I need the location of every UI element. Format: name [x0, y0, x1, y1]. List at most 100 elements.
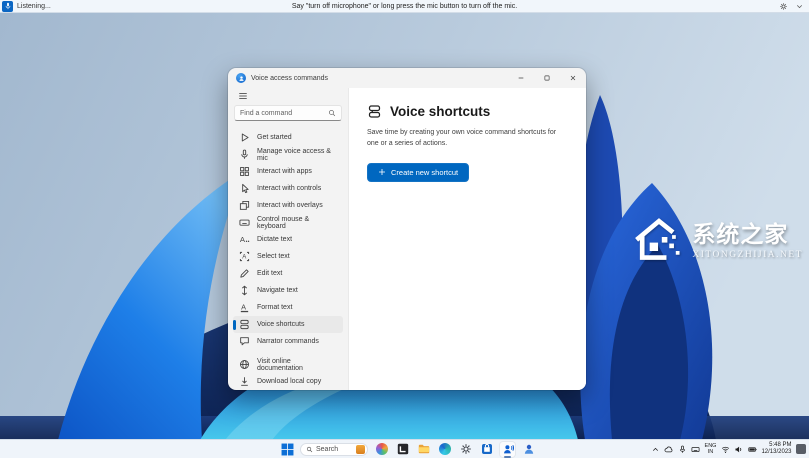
voice-shortcuts-icon: [367, 104, 382, 119]
taskbar-app-people[interactable]: [521, 442, 536, 457]
page-heading: Voice shortcuts: [367, 104, 568, 119]
hamburger-button[interactable]: [233, 90, 262, 102]
taskbar-app-photos[interactable]: [374, 442, 389, 457]
notification-icon[interactable]: [796, 444, 806, 454]
overlays-icon: [239, 200, 250, 211]
search-icon: [306, 446, 313, 453]
format-icon: A: [239, 302, 250, 313]
wifi-icon[interactable]: [721, 445, 730, 454]
sidebar-item-interact-with-apps[interactable]: Interact with apps: [233, 163, 343, 180]
language-indicator[interactable]: ENG IN: [705, 443, 717, 455]
chevron-down-icon[interactable]: [795, 2, 804, 11]
play-icon: [239, 132, 250, 143]
sidebar-item-interact-with-controls[interactable]: Interact with controls: [233, 180, 343, 197]
sidebar-nav: Get started Manage voice access & mic Inte…: [233, 129, 343, 390]
tray-date: 12/13/2023: [761, 449, 791, 456]
sidebar-item-label: Narrator commands: [257, 338, 319, 345]
sidebar-item-navigate-text[interactable]: Navigate text: [233, 282, 343, 299]
sidebar-item-label: Interact with overlays: [257, 202, 323, 209]
sidebar-item-control-mouse-keyboard[interactable]: Control mouse & keyboard: [233, 214, 343, 231]
sidebar-item-get-started[interactable]: Get started: [233, 129, 343, 146]
shortcuts-icon: [239, 319, 250, 330]
maximize-button[interactable]: [534, 68, 560, 88]
find-command-input[interactable]: Find a command: [234, 105, 342, 121]
voice-access-icon: [502, 443, 514, 455]
sidebar-item-select-text[interactable]: A Select text: [233, 248, 343, 265]
watermark-subtitle: XITONGZHIJIA.NET: [692, 250, 803, 260]
start-button[interactable]: [281, 443, 294, 456]
plus-icon: [378, 168, 386, 176]
download-icon: [239, 376, 250, 387]
voice-access-app-icon: [236, 73, 246, 83]
find-command-placeholder: Find a command: [240, 110, 328, 117]
watermark: 系统之家 XITONGZHIJIA.NET: [631, 209, 803, 265]
sidebar-item-download-local-copy[interactable]: Download local copy: [233, 373, 343, 390]
people-icon: [523, 443, 535, 455]
taskbar-app-dark-app[interactable]: [395, 442, 410, 457]
minimize-button[interactable]: [508, 68, 534, 88]
sidebar-item-visit-online-documentation[interactable]: Visit online documentation: [233, 356, 343, 373]
svg-text:A: A: [242, 255, 247, 261]
window-titlebar[interactable]: Voice access commands: [228, 68, 586, 88]
sidebar-item-edit-text[interactable]: Edit text: [233, 265, 343, 282]
settings-gear-icon: [460, 443, 472, 455]
create-new-shortcut-button[interactable]: Create new shortcut: [367, 163, 469, 182]
taskbar-search-box[interactable]: Search: [300, 443, 368, 456]
store-icon: [481, 443, 493, 455]
speaker-icon[interactable]: [734, 445, 743, 454]
clock[interactable]: 5:48 PM 12/13/2023: [761, 442, 791, 456]
watermark-house-icon: [631, 209, 687, 265]
page-title: Voice shortcuts: [390, 104, 490, 119]
mic-icon: [239, 149, 250, 160]
search-icon: [328, 109, 336, 117]
taskbar-app-file-explorer[interactable]: [416, 442, 431, 457]
dictate-icon: A: [239, 234, 250, 245]
taskbar-app-voice-access[interactable]: [500, 442, 515, 457]
file-explorer-icon: [418, 443, 430, 455]
sidebar-item-narrator-commands[interactable]: Narrator commands: [233, 333, 343, 350]
gear-icon[interactable]: [779, 2, 788, 11]
onedrive-cloud-icon[interactable]: [664, 445, 673, 454]
sidebar-item-label: Navigate text: [257, 287, 298, 294]
sidebar-item-dictate-text[interactable]: A Dictate text: [233, 231, 343, 248]
main-content: Voice shortcuts Save time by creating yo…: [348, 88, 586, 390]
sidebar-item-label: Interact with apps: [257, 168, 312, 175]
taskbar-app-edge[interactable]: [437, 442, 452, 457]
sidebar-item-label: Visit online documentation: [257, 358, 337, 372]
hamburger-icon: [238, 91, 248, 101]
sidebar-item-format-text[interactable]: A Format text: [233, 299, 343, 316]
taskbar-app-settings[interactable]: [458, 442, 473, 457]
tray-chevron-up-icon[interactable]: [651, 445, 660, 454]
sidebar-item-label: Dictate text: [257, 236, 292, 243]
sidebar-item-label: Voice shortcuts: [257, 321, 304, 328]
close-button[interactable]: [560, 68, 586, 88]
page-description: Save time by creating your own voice com…: [367, 128, 568, 150]
navigate-icon: [239, 285, 250, 296]
keyboard-icon: [239, 217, 250, 228]
taskbar-app-store[interactable]: [479, 442, 494, 457]
battery-icon[interactable]: [748, 445, 757, 454]
sidebar-item-voice-shortcuts[interactable]: Voice shortcuts: [233, 316, 343, 333]
sidebar-item-interact-with-overlays[interactable]: Interact with overlays: [233, 197, 343, 214]
sidebar-item-manage-voice-access-mic[interactable]: Manage voice access & mic: [233, 146, 343, 163]
sidebar-item-label: Format text: [257, 304, 292, 311]
edge-icon: [439, 443, 451, 455]
dark-app-icon: [397, 443, 409, 455]
sidebar-item-label: Control mouse & keyboard: [257, 216, 337, 230]
sidebar-item-label: Select text: [257, 253, 290, 260]
taskbar-search-label: Search: [316, 446, 353, 453]
sidebar-item-label: Get started: [257, 134, 292, 141]
sidebar-item-label: Download local copy: [257, 378, 321, 385]
windows-logo-icon: [281, 443, 294, 456]
sidebar: Find a command Get started Manage voice a…: [228, 88, 348, 390]
svg-text:A: A: [240, 235, 246, 244]
tray-microphone-icon[interactable]: [678, 445, 687, 454]
sidebar-item-label: Manage voice access & mic: [257, 148, 337, 162]
listening-status: Listening...: [17, 3, 51, 10]
svg-text:A: A: [241, 302, 246, 311]
touch-keyboard-icon[interactable]: [691, 445, 700, 454]
window-title: Voice access commands: [251, 75, 328, 82]
search-highlight-icon[interactable]: [356, 445, 365, 454]
voice-hint-text: Say "turn off microphone" or long press …: [0, 3, 809, 10]
apps-icon: [239, 166, 250, 177]
